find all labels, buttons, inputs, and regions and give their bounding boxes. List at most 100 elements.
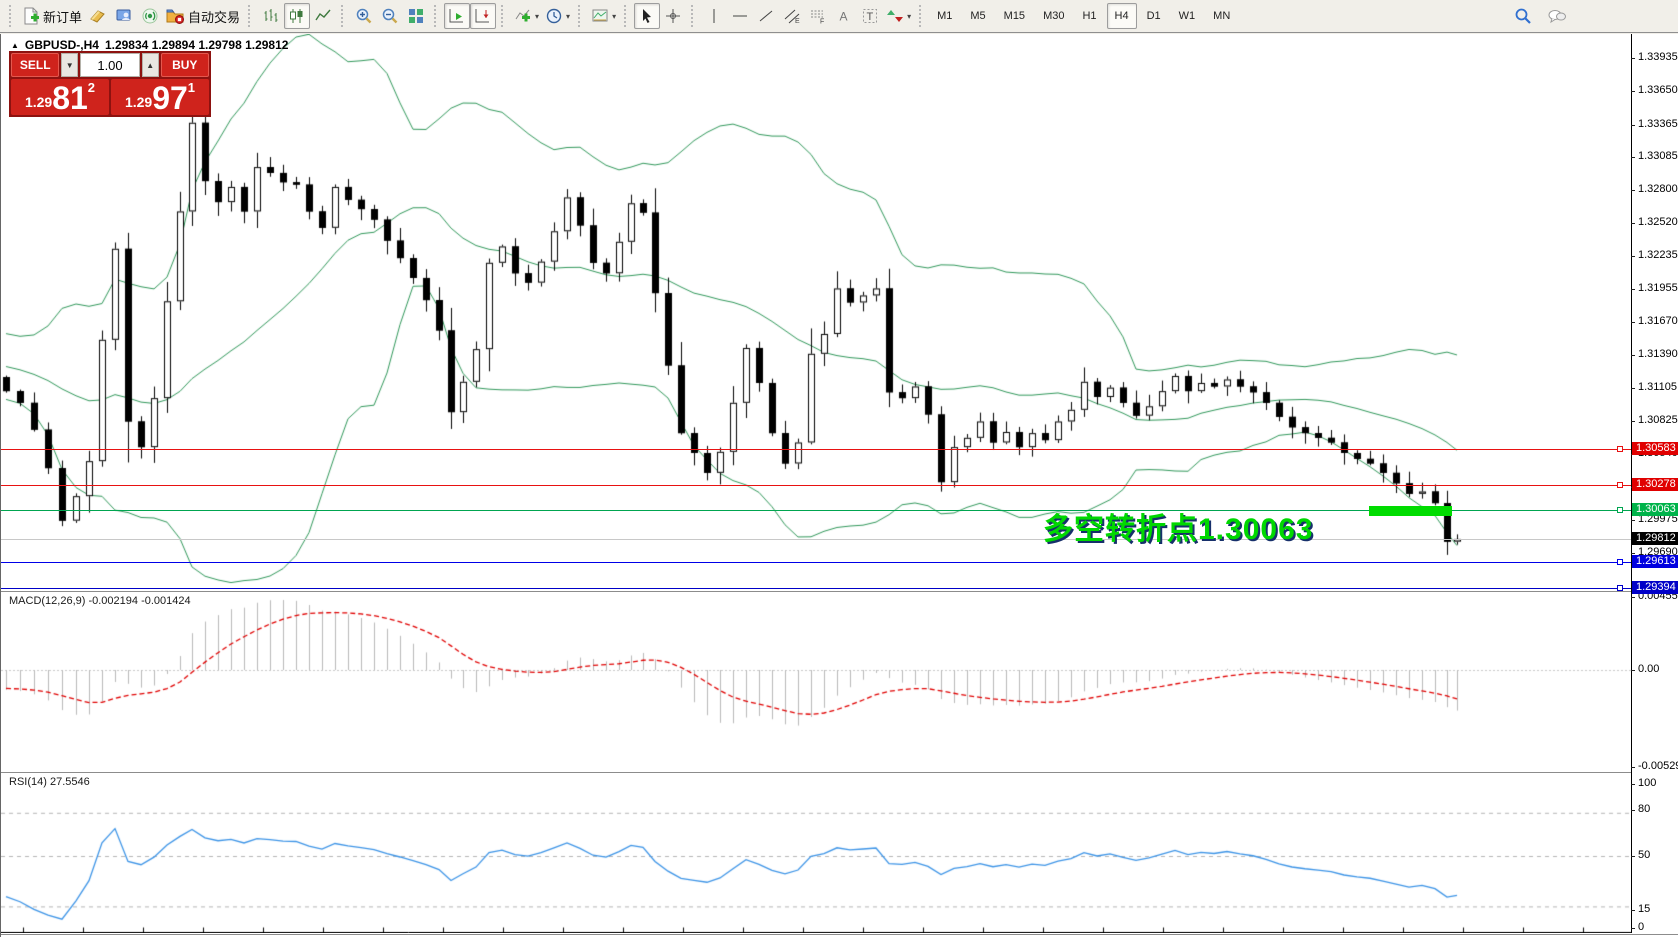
cursor-button[interactable] bbox=[634, 3, 660, 29]
hline-resistance-1.30278[interactable] bbox=[1, 485, 1631, 486]
hline-handle[interactable] bbox=[1617, 559, 1623, 565]
hline-resistance-1.30583[interactable] bbox=[1, 449, 1631, 450]
timeframe-button-H4[interactable]: H4 bbox=[1107, 3, 1137, 29]
buy-price-prefix: 1.29 bbox=[125, 94, 152, 110]
chat-button[interactable] bbox=[1544, 3, 1570, 29]
rsi-pane-label: RSI(14) 27.5546 bbox=[9, 776, 90, 788]
price-badge: 1.30063 bbox=[1632, 503, 1678, 516]
toolbar-grip[interactable] bbox=[434, 5, 439, 27]
buy-button[interactable]: BUY bbox=[161, 53, 209, 77]
periods-button[interactable]: ▾ bbox=[542, 3, 573, 29]
rsi-scale-label: 15 bbox=[1638, 903, 1650, 915]
terminal-window-button[interactable] bbox=[111, 3, 137, 29]
toolbar-grip[interactable] bbox=[578, 5, 583, 27]
gold-bar-button[interactable] bbox=[85, 3, 111, 29]
signal-button[interactable] bbox=[137, 3, 163, 29]
hline-support-1.29394[interactable] bbox=[1, 588, 1631, 589]
toolbar-grip[interactable] bbox=[501, 5, 506, 27]
templates-button[interactable]: ▾ bbox=[588, 3, 619, 29]
toolbar-grip[interactable] bbox=[248, 5, 253, 27]
zoom-in-button[interactable] bbox=[351, 3, 377, 29]
line-chart-mode-button[interactable] bbox=[310, 3, 336, 29]
price-axis-tick-label: 1.33935 bbox=[1638, 51, 1678, 63]
channel-tool-button[interactable]: E bbox=[779, 3, 805, 29]
bar-chart-mode-button[interactable] bbox=[258, 3, 284, 29]
chart-shift-button[interactable] bbox=[470, 3, 496, 29]
buy-price-display[interactable]: 1.29 97 1 bbox=[111, 79, 209, 115]
autotrading-icon bbox=[166, 7, 185, 25]
rsi-scale-label: 50 bbox=[1638, 849, 1650, 861]
svg-text:T: T bbox=[867, 11, 874, 23]
price-axis-tick-label: 1.33650 bbox=[1638, 84, 1678, 96]
hline-handle[interactable] bbox=[1617, 507, 1623, 513]
vertical-line-tool-button[interactable] bbox=[701, 3, 727, 29]
timeframe-button-MN[interactable]: MN bbox=[1205, 3, 1238, 29]
main-toolbar: 新订单 自动交易 bbox=[0, 0, 1678, 33]
trendline-tool-button[interactable] bbox=[753, 3, 779, 29]
timeframe-button-M1[interactable]: M1 bbox=[929, 3, 960, 29]
rsi-scale-tickmark bbox=[1631, 784, 1635, 785]
timeframe-button-M5[interactable]: M5 bbox=[962, 3, 993, 29]
price-axis-tick-label: 1.33085 bbox=[1638, 150, 1678, 162]
timeframe-button-W1[interactable]: W1 bbox=[1171, 3, 1204, 29]
timeframe-button-D1[interactable]: D1 bbox=[1139, 3, 1169, 29]
hline-handle[interactable] bbox=[1617, 446, 1623, 452]
horizontal-line-tool-button[interactable] bbox=[727, 3, 753, 29]
collapse-arrow-icon[interactable]: ▲ bbox=[11, 41, 19, 50]
highlight-rectangle[interactable] bbox=[1369, 506, 1452, 516]
volume-decrease-button[interactable]: ▼ bbox=[61, 53, 78, 77]
text-tool-button[interactable]: A bbox=[831, 3, 857, 29]
toolbar-grip[interactable] bbox=[691, 5, 696, 27]
indicators-button[interactable]: ▾ bbox=[511, 3, 542, 29]
dropdown-arrow-icon: ▾ bbox=[612, 12, 616, 21]
hline-support-1.29613[interactable] bbox=[1, 562, 1631, 563]
macd-pane-canvas[interactable] bbox=[1, 592, 1631, 772]
new-order-icon bbox=[22, 7, 40, 25]
toolbar-grip[interactable] bbox=[341, 5, 346, 27]
hline-handle[interactable] bbox=[1617, 585, 1623, 591]
volume-increase-button[interactable]: ▲ bbox=[142, 53, 159, 77]
toolbar-grip[interactable] bbox=[624, 5, 629, 27]
price-badge: 1.29613 bbox=[1632, 555, 1678, 568]
price-axis-tick-label: 1.31390 bbox=[1638, 348, 1678, 360]
toolbar-grip[interactable] bbox=[919, 5, 924, 27]
timeframe-button-H1[interactable]: H1 bbox=[1074, 3, 1104, 29]
toolbar-grip[interactable] bbox=[9, 5, 14, 27]
crosshair-button[interactable] bbox=[660, 3, 686, 29]
rsi-scale-label: 0 bbox=[1638, 921, 1644, 933]
price-badge: 1.29812 bbox=[1632, 532, 1678, 545]
timeframe-button-M15[interactable]: M15 bbox=[996, 3, 1033, 29]
new-order-button[interactable]: 新订单 bbox=[19, 3, 85, 29]
volume-input[interactable] bbox=[80, 53, 140, 77]
rsi-pane-canvas[interactable] bbox=[1, 773, 1631, 933]
pane-separator[interactable] bbox=[1, 590, 1678, 592]
macd-scale-tickmark bbox=[1631, 670, 1635, 671]
autotrading-button[interactable]: 自动交易 bbox=[163, 3, 243, 29]
auto-scroll-button[interactable] bbox=[444, 3, 470, 29]
hline-handle[interactable] bbox=[1617, 482, 1623, 488]
sell-button[interactable]: SELL bbox=[11, 53, 59, 77]
zoom-out-button[interactable] bbox=[377, 3, 403, 29]
timeframe-button-M30[interactable]: M30 bbox=[1035, 3, 1072, 29]
candlestick-mode-button[interactable] bbox=[284, 3, 310, 29]
price-axis-tickmark bbox=[1631, 322, 1635, 323]
equidistant-channel-icon: E bbox=[783, 7, 801, 25]
chart-window: 多空转折点1.30063 ▲ GBPUSD-,H4 1.29834 1.2989… bbox=[0, 34, 1678, 937]
pane-separator[interactable] bbox=[1, 771, 1678, 773]
dropdown-arrow-icon: ▾ bbox=[907, 12, 911, 21]
search-button[interactable] bbox=[1510, 3, 1536, 29]
chart-shift-icon bbox=[474, 7, 492, 25]
tile-windows-button[interactable] bbox=[403, 3, 429, 29]
svg-text:A: A bbox=[840, 10, 848, 24]
sell-price-display[interactable]: 1.29 81 2 bbox=[11, 79, 109, 115]
price-axis-tick-label: 1.30825 bbox=[1638, 414, 1678, 426]
clock-icon bbox=[545, 7, 563, 25]
text-label-tool-button[interactable]: T bbox=[857, 3, 883, 29]
arrows-tool-button[interactable]: ▾ bbox=[883, 3, 914, 29]
chart-title: ▲ GBPUSD-,H4 1.29834 1.29894 1.29798 1.2… bbox=[11, 38, 288, 52]
chart-annotation-text[interactable]: 多空转折点1.30063 bbox=[1043, 504, 1313, 548]
fibonacci-tool-button[interactable]: F bbox=[805, 3, 831, 29]
macd-scale-label: -0.005295 bbox=[1638, 760, 1678, 772]
auto-scroll-icon bbox=[448, 7, 466, 25]
zoom-in-icon bbox=[355, 7, 373, 25]
